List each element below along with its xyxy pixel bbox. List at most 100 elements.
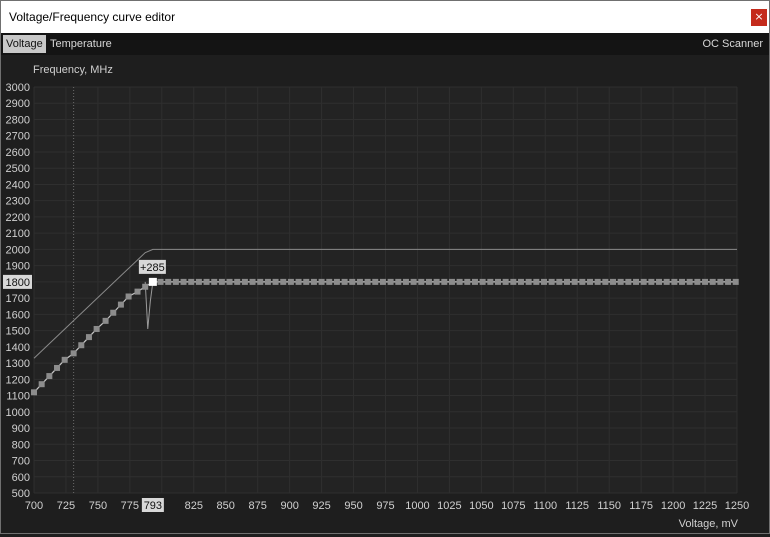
curve-point[interactable] bbox=[732, 278, 739, 285]
curve-point[interactable] bbox=[548, 278, 555, 285]
curve-point[interactable] bbox=[379, 278, 386, 285]
curve-point[interactable] bbox=[93, 325, 100, 332]
curve-point[interactable] bbox=[188, 278, 195, 285]
curve-point[interactable] bbox=[433, 278, 440, 285]
curve-point[interactable] bbox=[502, 278, 509, 285]
curve-point[interactable] bbox=[287, 278, 294, 285]
curve-point[interactable] bbox=[257, 278, 264, 285]
curve-point[interactable] bbox=[487, 278, 494, 285]
y-tick-label: 3000 bbox=[6, 82, 30, 94]
curve-point[interactable] bbox=[425, 278, 432, 285]
curve-point[interactable] bbox=[464, 278, 471, 285]
curve-point[interactable] bbox=[510, 278, 517, 285]
curve-point[interactable] bbox=[663, 278, 670, 285]
curve-point[interactable] bbox=[61, 356, 68, 363]
curve-point[interactable] bbox=[372, 278, 379, 285]
curve-point[interactable] bbox=[241, 278, 248, 285]
curve-point[interactable] bbox=[272, 278, 279, 285]
curve-point[interactable] bbox=[648, 278, 655, 285]
curve-point[interactable] bbox=[410, 278, 417, 285]
curve-point[interactable] bbox=[349, 278, 356, 285]
curve-point[interactable] bbox=[318, 278, 325, 285]
curve-point[interactable] bbox=[571, 278, 578, 285]
curve-point[interactable] bbox=[517, 278, 524, 285]
curve-point[interactable] bbox=[556, 278, 563, 285]
curve-point[interactable] bbox=[218, 278, 225, 285]
curve-point[interactable] bbox=[441, 278, 448, 285]
curve-point[interactable] bbox=[102, 317, 109, 324]
curve-point[interactable] bbox=[54, 364, 61, 371]
curve-point[interactable] bbox=[540, 278, 547, 285]
tab-temperature[interactable]: Temperature bbox=[47, 35, 115, 53]
curve-point[interactable] bbox=[533, 278, 540, 285]
curve-point[interactable] bbox=[640, 278, 647, 285]
curve-point[interactable] bbox=[134, 288, 141, 295]
oc-scanner-button[interactable]: OC Scanner bbox=[699, 35, 766, 53]
curve-point[interactable] bbox=[85, 334, 92, 341]
curve-point[interactable] bbox=[694, 278, 701, 285]
curve-point[interactable] bbox=[671, 278, 678, 285]
curve-point[interactable] bbox=[564, 278, 571, 285]
curve-point[interactable] bbox=[610, 278, 617, 285]
close-button[interactable]: × bbox=[751, 9, 767, 26]
curve-point[interactable] bbox=[180, 278, 187, 285]
curve-point[interactable] bbox=[211, 278, 218, 285]
curve-point[interactable] bbox=[395, 278, 402, 285]
curve-point[interactable] bbox=[46, 373, 53, 380]
curve-point[interactable] bbox=[387, 278, 394, 285]
curve-point[interactable] bbox=[456, 278, 463, 285]
curve-point[interactable] bbox=[142, 283, 149, 290]
curve-point[interactable] bbox=[471, 278, 478, 285]
curve-point[interactable] bbox=[31, 389, 37, 396]
curve-point[interactable] bbox=[264, 278, 271, 285]
curve-point[interactable] bbox=[448, 278, 455, 285]
curve-point[interactable] bbox=[418, 278, 425, 285]
curve-point[interactable] bbox=[280, 278, 287, 285]
curve-point[interactable] bbox=[333, 278, 340, 285]
curve-point[interactable] bbox=[717, 278, 724, 285]
curve-point[interactable] bbox=[326, 278, 333, 285]
curve-point[interactable] bbox=[303, 278, 310, 285]
curve-point[interactable] bbox=[579, 278, 586, 285]
curve-point[interactable] bbox=[625, 278, 632, 285]
curve-point[interactable] bbox=[356, 278, 363, 285]
curve-point[interactable] bbox=[525, 278, 532, 285]
curve-point[interactable] bbox=[633, 278, 640, 285]
curve-point[interactable] bbox=[226, 278, 233, 285]
tab-voltage[interactable]: Voltage bbox=[3, 35, 46, 53]
curve-point[interactable] bbox=[602, 278, 609, 285]
curve-point[interactable] bbox=[709, 278, 716, 285]
curve-point[interactable] bbox=[479, 278, 486, 285]
curve-point[interactable] bbox=[203, 278, 210, 285]
curve-point[interactable] bbox=[78, 342, 85, 349]
curve-point[interactable] bbox=[70, 350, 77, 357]
curve-point[interactable] bbox=[249, 278, 256, 285]
curve-point[interactable] bbox=[656, 278, 663, 285]
y-tick-label: 800 bbox=[12, 439, 30, 451]
curve-point[interactable] bbox=[110, 309, 117, 316]
curve-point[interactable] bbox=[679, 278, 686, 285]
curve-point[interactable] bbox=[117, 301, 124, 308]
curve-point[interactable] bbox=[157, 278, 164, 285]
curve-point[interactable] bbox=[195, 278, 202, 285]
curve-point[interactable] bbox=[125, 293, 132, 300]
curve-point[interactable] bbox=[702, 278, 709, 285]
curve-point[interactable] bbox=[341, 278, 348, 285]
curve-point[interactable] bbox=[364, 278, 371, 285]
curve-point[interactable] bbox=[165, 278, 172, 285]
curve-point[interactable] bbox=[234, 278, 241, 285]
curve-point[interactable] bbox=[686, 278, 693, 285]
curve-point[interactable] bbox=[617, 278, 624, 285]
vf-curve-graph[interactable]: Frequency, MHz Voltage, mV 500 600 700 800 9… bbox=[1, 55, 769, 533]
curve-point[interactable] bbox=[295, 278, 302, 285]
curve-point[interactable] bbox=[402, 278, 409, 285]
curve-point[interactable] bbox=[494, 278, 501, 285]
curve-point[interactable] bbox=[172, 278, 179, 285]
selected-curve-point[interactable] bbox=[148, 277, 157, 286]
vf-curve-chart[interactable]: Frequency, MHz Voltage, mV 500 600 700 800 9… bbox=[1, 55, 769, 533]
curve-point[interactable] bbox=[725, 278, 732, 285]
curve-point[interactable] bbox=[310, 278, 317, 285]
curve-point[interactable] bbox=[587, 278, 594, 285]
curve-point[interactable] bbox=[594, 278, 601, 285]
curve-point[interactable] bbox=[38, 381, 45, 388]
